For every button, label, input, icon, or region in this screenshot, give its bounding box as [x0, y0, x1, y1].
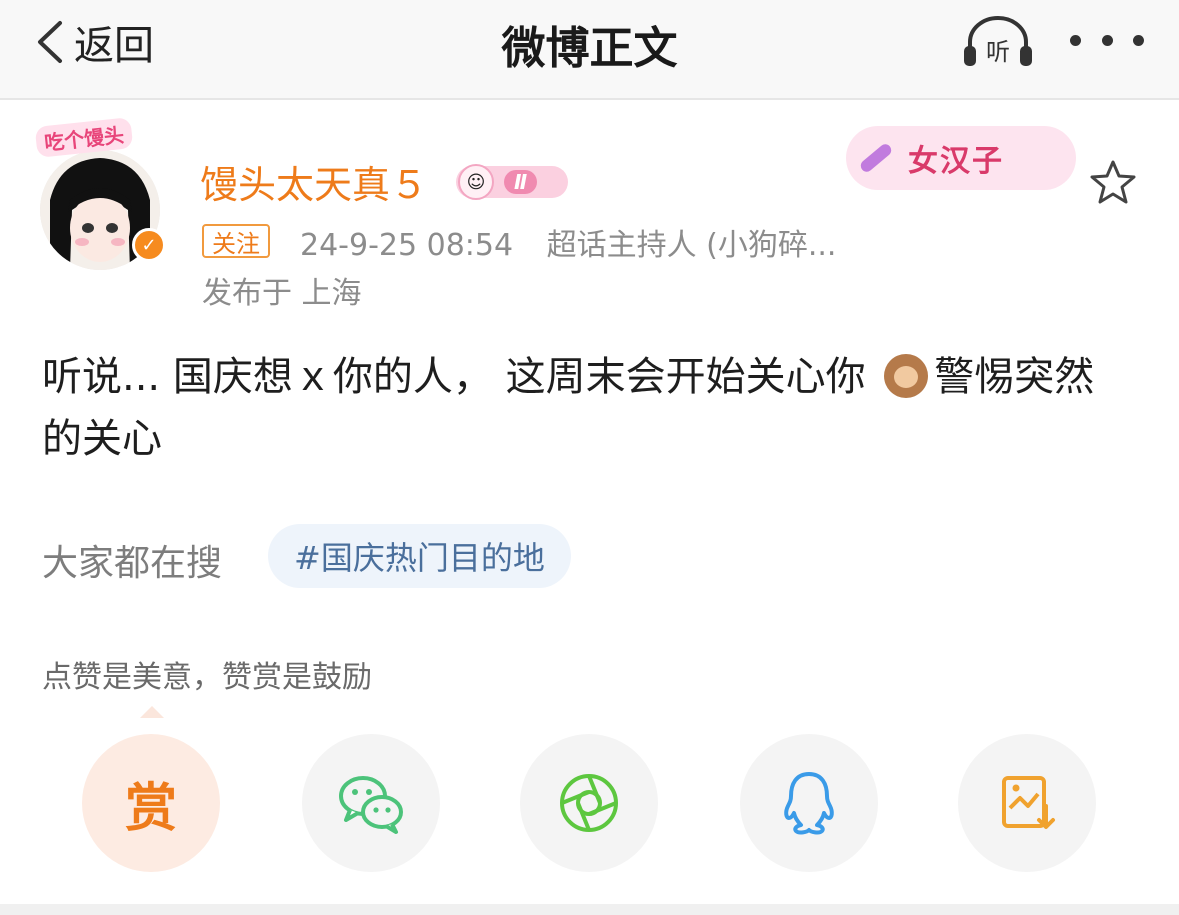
moments-icon — [560, 774, 618, 832]
post-location: 发布于 上海 — [202, 276, 362, 311]
dot-icon — [1133, 34, 1144, 46]
qq-icon — [784, 772, 834, 835]
top-bar: 返回 微博正文 听 — [0, 0, 1179, 100]
post-time: 24-9-25 08:54 — [300, 228, 514, 263]
avatar-tag: 吃个馒头 — [34, 117, 134, 158]
share-wechat-button[interactable] — [302, 734, 440, 872]
save-image-button[interactable] — [958, 734, 1096, 872]
dot-icon — [1070, 34, 1081, 46]
favorite-star-icon[interactable] — [1088, 158, 1138, 208]
bottom-divider — [0, 904, 1179, 915]
lipstick-icon — [858, 141, 894, 175]
follow-button[interactable]: 关注 — [202, 224, 270, 258]
reward-button[interactable]: 赏 — [82, 734, 220, 872]
save-image-icon — [1002, 776, 1055, 829]
wechat-icon — [339, 776, 403, 834]
verified-badge-icon: ✓ — [132, 228, 166, 262]
trending-search-label: 大家都在搜 — [42, 543, 223, 584]
trending-hashtag[interactable]: #国庆热门目的地 — [268, 524, 571, 588]
level-badge[interactable]: ☺ Ⅱ — [456, 164, 568, 200]
username[interactable]: 馒头太天真５ — [200, 154, 428, 209]
reward-hint: 点赞是美意，赞赏是鼓励 — [42, 660, 372, 695]
post-text: 听说... 国庆想ｘ你的人， 这周末会开始关心你 警惕突然的关心 — [42, 346, 1132, 470]
dot-icon — [1101, 34, 1113, 46]
user-role: 超话主持人 (小狗碎... — [546, 228, 837, 263]
see-no-evil-monkey-icon — [884, 354, 929, 398]
level-value: Ⅱ — [504, 170, 538, 194]
fan-medal[interactable]: 女汉子 — [846, 126, 1076, 190]
post-text-part-1: 听说... 国庆想ｘ你的人， 这周末会开始关心你 — [42, 354, 879, 400]
avatar-container[interactable]: 吃个馒头 ✓ — [34, 117, 168, 270]
post-meta: 24-9-25 08:54 超话主持人 (小狗碎... — [300, 220, 836, 264]
level-face-icon: ☺ — [458, 164, 494, 200]
tooltip-arrow — [140, 706, 164, 718]
listen-label: 听 — [986, 38, 1010, 66]
more-options-button[interactable] — [1070, 22, 1144, 58]
share-qq-button[interactable] — [740, 734, 878, 872]
share-moments-button[interactable] — [520, 734, 658, 872]
medal-text: 女汉子 — [908, 144, 1004, 179]
listen-headphones-icon[interactable]: 听 — [960, 12, 1036, 72]
reward-icon: 赏 — [124, 778, 177, 839]
